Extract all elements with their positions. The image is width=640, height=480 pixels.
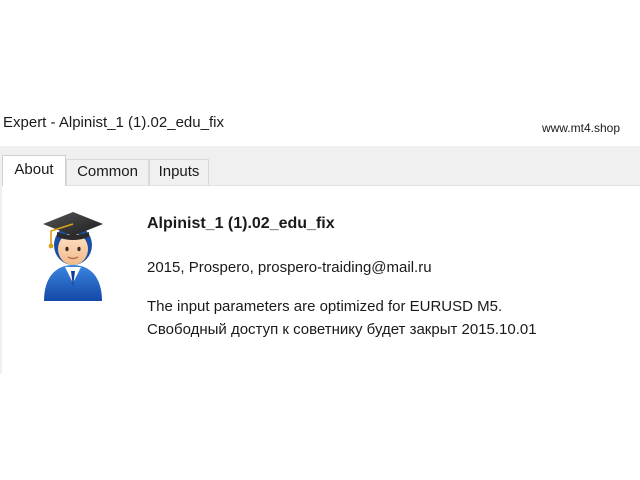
tab-common-label: Common [77,163,138,180]
tab-strip: About Common Inputs [0,155,640,186]
description-line-2: Свободный доступ к советнику будет закры… [147,321,537,338]
author-copyright: 2015, Prospero, prospero-traiding@mail.r… [147,259,432,276]
dialog-title: Expert - Alpinist_1 (1).02_edu_fix [3,114,224,131]
tab-about-label: About [14,161,54,178]
watermark-text: www.mt4.shop [541,121,620,135]
expert-graduate-avatar-icon [43,212,103,301]
about-panel: Alpinist_1 (1).02_edu_fix 2015, Prospero… [2,185,640,374]
tab-about[interactable]: About [2,155,66,186]
tab-common[interactable]: Common [66,159,149,185]
page-background-top [0,0,640,104]
description-line-1: The input parameters are optimized for E… [147,298,503,315]
expert-properties-dialog: Expert - Alpinist_1 (1).02_edu_fix www.m… [0,104,640,374]
tab-inputs[interactable]: Inputs [149,159,209,185]
tab-inputs-label: Inputs [158,163,200,180]
expert-name: Alpinist_1 (1).02_edu_fix [147,215,335,232]
dialog-titlebar[interactable]: Expert - Alpinist_1 (1).02_edu_fix www.m… [0,104,640,146]
